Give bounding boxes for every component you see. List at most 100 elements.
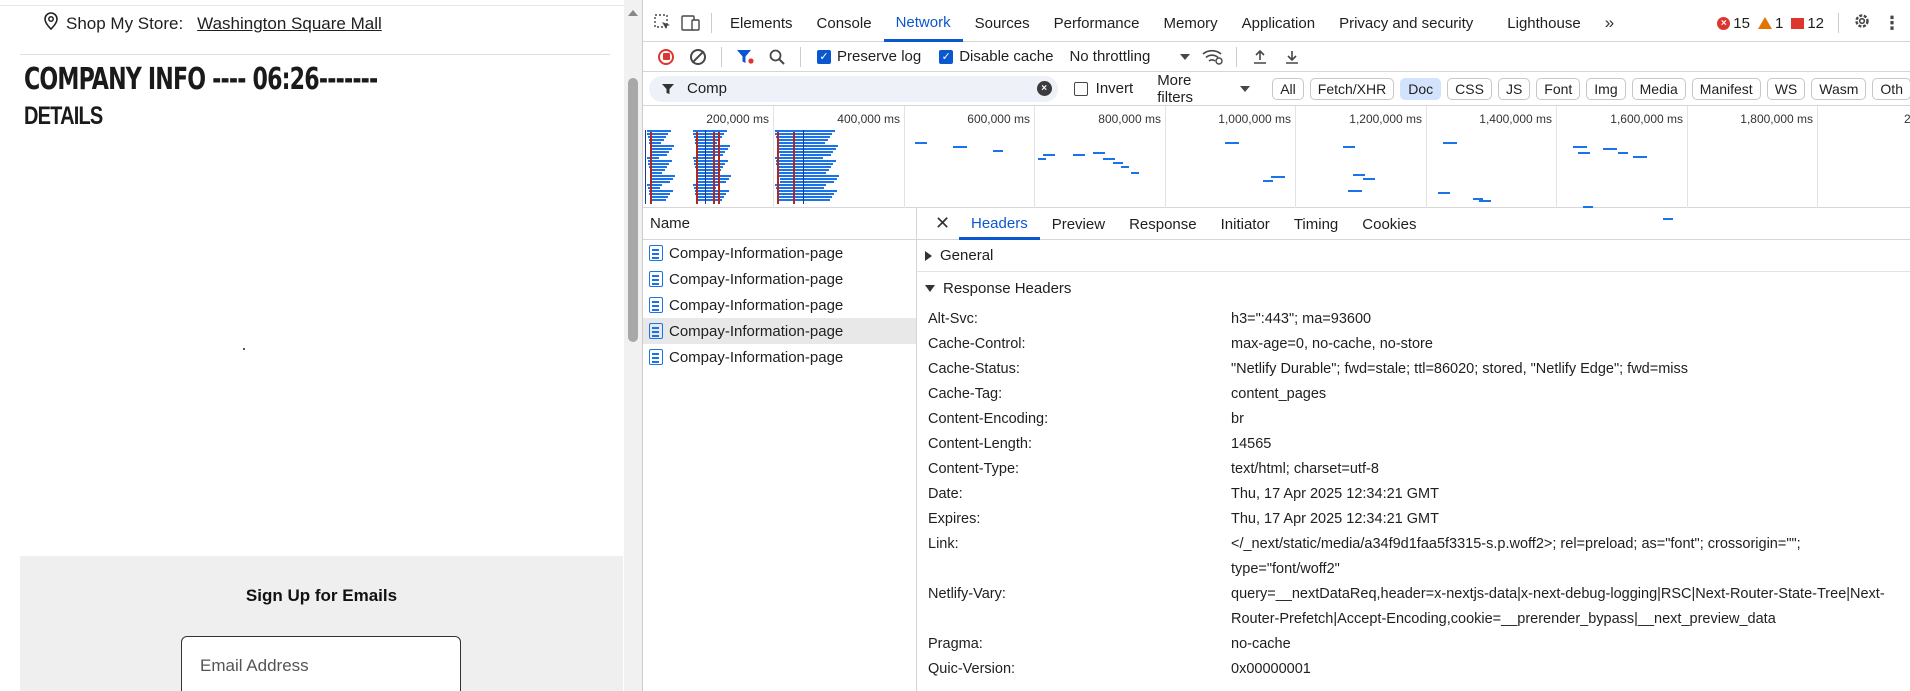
- type-chip[interactable]: Fetch/XHR: [1309, 77, 1395, 100]
- request-bar: [780, 178, 837, 180]
- header-value: br: [1231, 411, 1244, 427]
- request-bar: [695, 190, 729, 192]
- type-chip[interactable]: WS: [1766, 77, 1806, 100]
- inspect-element-icon[interactable]: [649, 8, 677, 38]
- request-bar: [693, 130, 727, 132]
- network-conditions-button[interactable]: [1198, 44, 1228, 70]
- request-row[interactable]: Compay-Information-page: [643, 344, 916, 370]
- filter-text: Comp: [687, 80, 728, 97]
- name-column-header[interactable]: Name: [643, 208, 916, 240]
- tab-network[interactable]: Network: [883, 5, 963, 42]
- type-chip[interactable]: CSS: [1447, 77, 1492, 100]
- status-counters[interactable]: × 15 1 12 ⋮: [1717, 12, 1910, 34]
- request-bar: [1573, 146, 1587, 148]
- request-bar: [651, 175, 675, 177]
- tab-privacy-security[interactable]: Privacy and security: [1327, 5, 1485, 42]
- checkmark-icon: ✓: [939, 49, 954, 64]
- tab-memory[interactable]: Memory: [1152, 5, 1230, 42]
- top-divider: [0, 5, 642, 6]
- device-toolbar-icon[interactable]: [677, 8, 705, 38]
- close-details-icon[interactable]: ✕: [935, 213, 959, 234]
- more-filters-dropdown[interactable]: More filters: [1157, 72, 1251, 106]
- request-row[interactable]: Compay-Information-page: [643, 240, 916, 266]
- search-button[interactable]: [762, 44, 792, 70]
- type-chip[interactable]: Doc: [1400, 77, 1442, 100]
- request-bar: [1633, 156, 1647, 158]
- type-chip[interactable]: Wasm: [1811, 77, 1867, 100]
- network-overview-timeline[interactable]: 200,000 ms 400,000 ms 600,000 ms 800,000 ms…: [643, 106, 1910, 220]
- request-bar: [777, 193, 834, 195]
- disable-cache-checkbox[interactable]: ✓ Disable cache: [939, 48, 1053, 65]
- filter-input[interactable]: Comp ×: [649, 75, 1058, 102]
- filter-toggle-button[interactable]: [730, 44, 760, 70]
- store-selector[interactable]: Shop My Store: Washington Square Mall: [44, 12, 382, 35]
- invert-checkbox[interactable]: Invert: [1073, 80, 1133, 97]
- clear-icon: [690, 48, 706, 65]
- email-input[interactable]: Email Address: [181, 636, 461, 691]
- tab-console[interactable]: Console: [805, 5, 884, 42]
- stop-recording-button[interactable]: [651, 44, 681, 70]
- throttling-select[interactable]: No throttling: [1069, 48, 1191, 65]
- timeline-gridline: [1426, 106, 1427, 208]
- error-counter[interactable]: × 15: [1717, 15, 1750, 32]
- header-value: </_next/static/media/a34f9d1faa5f3315-s.…: [1231, 536, 1801, 577]
- tab-initiator[interactable]: Initiator: [1209, 208, 1282, 240]
- page-title: COMPANY INFO ---- 06:26-------: [24, 62, 378, 97]
- type-chip[interactable]: Font: [1536, 77, 1581, 100]
- request-bar: [1438, 192, 1450, 194]
- scrollbar-thumb[interactable]: [628, 78, 638, 342]
- tab-cookies[interactable]: Cookies: [1350, 208, 1428, 240]
- more-tabs-chevron-icon[interactable]: »: [1593, 13, 1626, 33]
- tab-performance[interactable]: Performance: [1042, 5, 1152, 42]
- clear-filter-icon[interactable]: ×: [1036, 81, 1052, 96]
- timeline-tick-label: 800,000 ms: [1098, 112, 1161, 126]
- tab-lighthouse[interactable]: Lighthouse: [1495, 5, 1592, 42]
- tab-timing[interactable]: Timing: [1282, 208, 1350, 240]
- issue-counter[interactable]: 12: [1791, 15, 1824, 32]
- load-marker: [713, 132, 715, 204]
- clear-button[interactable]: [683, 44, 713, 70]
- type-chip[interactable]: Img: [1586, 77, 1626, 100]
- scroll-up-arrow-icon[interactable]: [628, 10, 638, 16]
- request-bar: [776, 163, 833, 165]
- preserve-log-checkbox[interactable]: ✓ Preserve log: [817, 48, 921, 65]
- warning-counter[interactable]: 1: [1757, 15, 1783, 32]
- tab-response[interactable]: Response: [1117, 208, 1209, 240]
- request-bar: [650, 169, 665, 171]
- tab-headers[interactable]: Headers: [959, 208, 1040, 240]
- header-value: query=__nextDataReq,header=x-nextjs-data…: [1231, 586, 1885, 627]
- tab-sources[interactable]: Sources: [963, 5, 1042, 42]
- tab-application[interactable]: Application: [1230, 5, 1327, 42]
- type-chip[interactable]: All: [1272, 77, 1304, 100]
- store-name-link[interactable]: Washington Square Mall: [197, 14, 382, 34]
- devtools-tab-bar: Elements Console Network Sources Perform…: [643, 5, 1910, 42]
- type-chip[interactable]: Oth: [1872, 77, 1910, 100]
- kebab-menu-icon[interactable]: ⋮: [1879, 13, 1905, 34]
- import-har-button[interactable]: [1245, 44, 1275, 70]
- request-bar: [647, 157, 659, 159]
- page-scrollbar[interactable]: [624, 0, 642, 691]
- header-name: Pragma:: [928, 636, 983, 652]
- request-row[interactable]: Compay-Information-page: [643, 318, 916, 344]
- request-name: Compay-Information-page: [669, 348, 844, 366]
- export-har-button[interactable]: [1277, 44, 1307, 70]
- header-name: Content-Encoding:: [928, 411, 1049, 427]
- request-bar: [1479, 200, 1491, 202]
- settings-gear-icon[interactable]: [1853, 12, 1871, 34]
- timeline-gridline: [1817, 106, 1818, 208]
- request-row[interactable]: Compay-Information-page: [643, 292, 916, 318]
- header-name: Netlify-Vary:: [928, 586, 1006, 602]
- header-row: Cache-Status: "Netlify Durable"; fwd=stal…: [917, 357, 1910, 382]
- tab-elements[interactable]: Elements: [718, 5, 805, 42]
- request-row[interactable]: Compay-Information-page: [643, 266, 916, 292]
- type-chip[interactable]: Manifest: [1691, 77, 1761, 100]
- request-bar: [1073, 154, 1085, 156]
- tab-preview[interactable]: Preview: [1040, 208, 1117, 240]
- type-chip[interactable]: JS: [1497, 77, 1531, 100]
- type-chip[interactable]: Media: [1631, 77, 1686, 100]
- request-bar: [650, 196, 668, 198]
- general-section-toggle[interactable]: General: [917, 240, 1910, 272]
- dropdown-arrow-icon: [1180, 53, 1191, 60]
- response-headers-section-toggle[interactable]: Response Headers: [917, 272, 1910, 304]
- load-marker: [777, 132, 779, 204]
